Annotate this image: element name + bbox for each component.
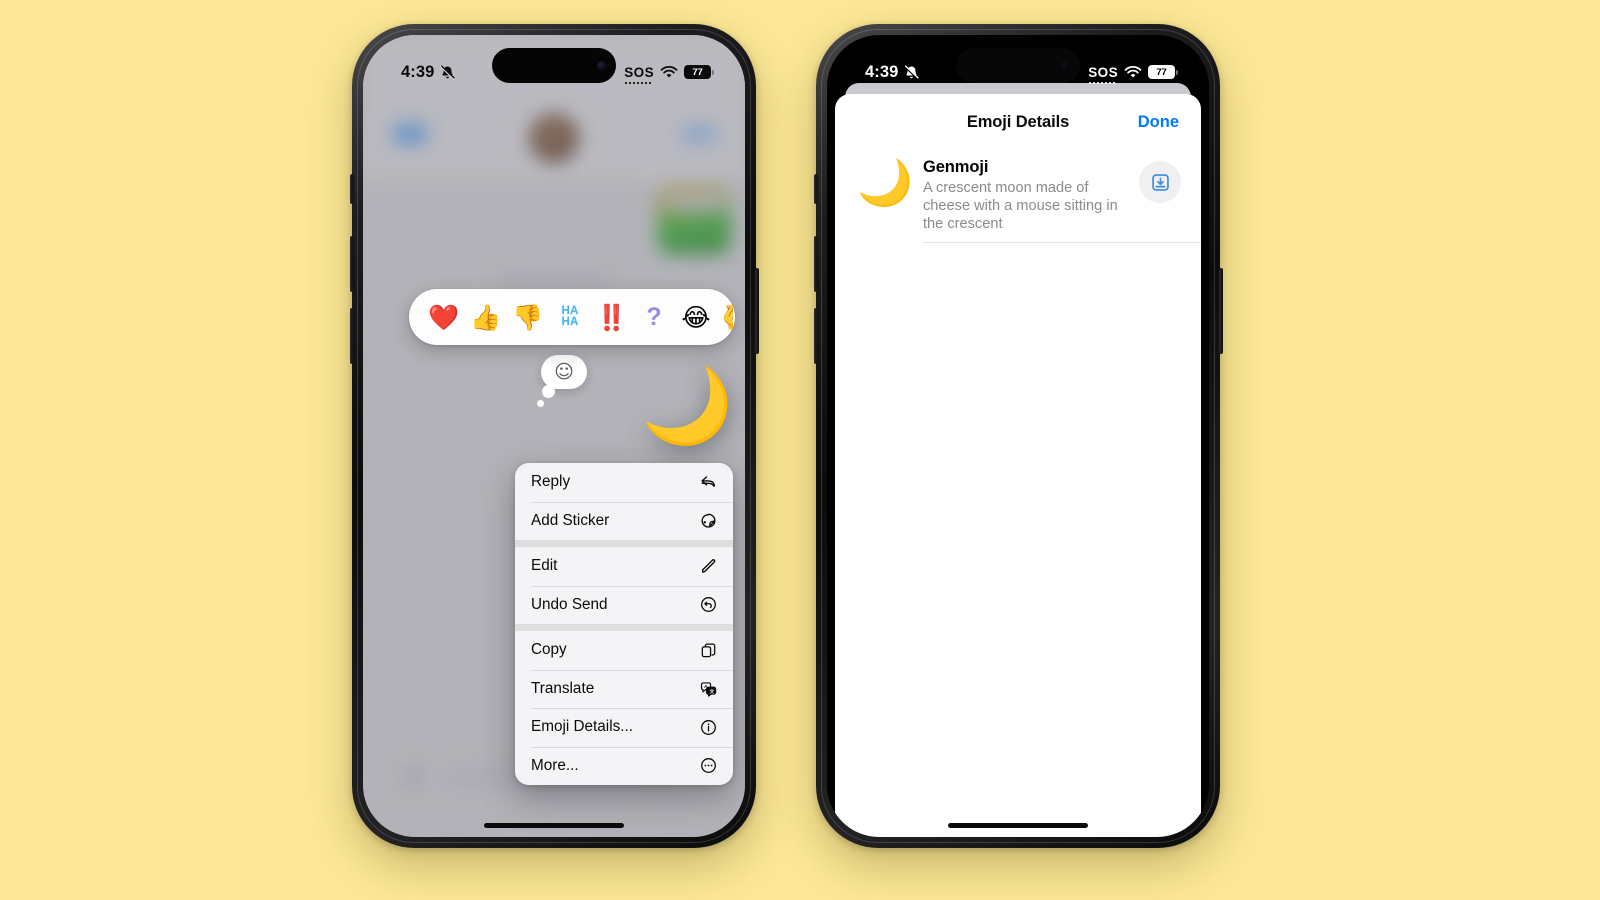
status-bar-left-group: 4:39 [401,63,456,82]
volume-up-button-right[interactable] [813,236,818,292]
save-genmoji-button[interactable] [1139,161,1181,203]
reaction-thumbs-down[interactable]: 👎 [507,305,549,330]
reaction-glyph: 👍 [470,302,502,332]
context-menu-item-emoji-details[interactable]: Emoji Details... [515,708,733,747]
bell-slash-icon [440,64,456,80]
reaction-question-mark[interactable]: ? [633,304,675,330]
reaction-glyph: ❤️ [428,302,460,332]
genmoji-text-block: Genmoji A crescent moon made of cheese w… [923,156,1125,233]
sticker-message[interactable]: ☺ 🌙 [537,355,733,449]
sheet-title: Emoji Details [966,112,1070,131]
context-menu-item-label: Edit [531,557,558,575]
reaction-haha-label: HA HA [561,305,579,328]
genmoji-detail-row: 🌙 Genmoji A crescent moon made of cheese… [835,150,1201,243]
battery-indicator: 77 [684,65,715,79]
sticker-icon [699,511,718,530]
context-menu-item-label: Add Sticker [531,511,610,529]
row-separator [923,241,1201,243]
reaction-glyph: 😂 [681,302,711,332]
genmoji-glyph: 🌙 [641,363,734,449]
context-menu-item-add-sticker[interactable]: Add Sticker [515,501,733,540]
tapback-reaction-bar[interactable]: ❤️ 👍 👎 HA HA ‼️? 😂 🫰 [409,289,735,345]
context-menu-item-label: Reply [531,473,571,491]
front-camera-icon-right [1061,60,1071,71]
sos-indicator-right: SOS [1088,64,1118,84]
context-menu-item-label: Emoji Details... [531,718,634,736]
genmoji-title: Genmoji [923,158,989,176]
volume-down-button[interactable] [349,308,354,364]
thought-bubble-glyph: ☺ [554,361,574,383]
context-menu-item-label: Translate [531,679,595,697]
status-bar-right-group: SOS 77 [624,64,715,84]
reaction-glyph: 👎 [512,302,544,332]
reaction-laughing[interactable]: 😂 [675,305,717,330]
reaction-haha[interactable]: HA HA [549,305,591,328]
context-menu-item-edit[interactable]: Edit [515,547,733,586]
ellipsis-icon [699,756,718,775]
battery-indicator-right: 77 [1148,65,1179,79]
phone-right: Emoji Details Done 🌙 Genmoji A crescent … [813,24,1223,848]
reaction-more-reactions[interactable]: 🫰 [717,305,733,330]
reply-icon [699,473,718,492]
battery-level-right: 77 [1156,66,1167,78]
status-bar-left-group-right: 4:39 [865,63,920,82]
genmoji-thumbnail-glyph: 🌙 [857,156,914,209]
front-camera-icon [597,60,607,71]
copy-icon [699,641,718,660]
sheet-header: Emoji Details Done [835,94,1201,150]
genmoji-cheese-moon-mouse[interactable]: 🌙 [641,363,733,449]
reaction-thumbs-up[interactable]: 👍 [465,305,507,330]
context-menu-item-label: Undo Send [531,595,608,613]
translate-icon: A文 [699,679,718,698]
done-button[interactable]: Done [1138,113,1179,132]
bell-slash-icon-right [904,64,920,80]
undo-icon [699,595,718,614]
context-menu-separator [515,540,733,547]
context-menu-item-copy[interactable]: Copy [515,631,733,670]
wifi-icon [660,65,678,78]
volume-up-button[interactable] [349,236,354,292]
context-menu-item-reply[interactable]: Reply [515,463,733,502]
status-bar-right-group-right: SOS 77 [1088,64,1179,84]
status-bar-time: 4:39 [401,62,435,81]
power-button-right[interactable] [1218,268,1223,354]
context-menu-item-label: More... [531,756,579,774]
reaction-heart[interactable]: ❤️ [423,305,465,330]
wifi-icon-right [1124,65,1142,78]
home-indicator-left[interactable] [484,823,624,828]
emoji-details-sheet: Emoji Details Done 🌙 Genmoji A crescent … [835,94,1201,837]
home-indicator-right[interactable] [948,823,1088,828]
volume-down-button-right[interactable] [813,308,818,364]
context-menu-separator [515,624,733,631]
pencil-icon [699,557,718,576]
reaction-double-exclamation[interactable]: ‼️ [591,305,633,330]
sos-indicator: SOS [624,64,654,84]
genmoji-description: A crescent moon made of cheese with a mo… [923,180,1118,232]
download-tray-icon [1151,173,1169,191]
silent-switch[interactable] [349,174,354,204]
reaction-glyph: ‼️ [596,302,628,332]
right-screen: Emoji Details Done 🌙 Genmoji A crescent … [827,35,1209,837]
battery-level: 77 [692,66,703,78]
context-menu-item-undo-send[interactable]: Undo Send [515,585,733,624]
info-icon [699,718,718,737]
left-screen: ❤️ 👍 👎 HA HA ‼️? 😂 🫰 ☺ 🌙 Reply Add Sticker Edit U… [363,35,745,837]
context-menu-item-translate[interactable]: Translate A 文 [515,669,733,708]
phone-left: ❤️ 👍 👎 HA HA ‼️? 😂 🫰 ☺ 🌙 Reply Add Sticker Edit U… [349,24,759,848]
thought-bubble-icon: ☺ [537,355,587,407]
power-button[interactable] [754,268,759,354]
context-menu-item-label: Copy [531,641,567,659]
dynamic-island-right [956,48,1080,83]
status-bar-time-right: 4:39 [865,62,899,81]
context-menu-item-more[interactable]: More... [515,746,733,785]
message-context-menu[interactable]: Reply Add Sticker Edit Undo Send Copy Transla… [515,463,733,785]
reaction-glyph: 🫰 [717,304,733,330]
genmoji-cheese-moon-mouse-thumbnail: 🌙 [857,156,913,209]
silent-switch-right[interactable] [813,174,818,204]
reaction-glyph: ? [646,303,662,331]
dynamic-island [492,48,616,83]
